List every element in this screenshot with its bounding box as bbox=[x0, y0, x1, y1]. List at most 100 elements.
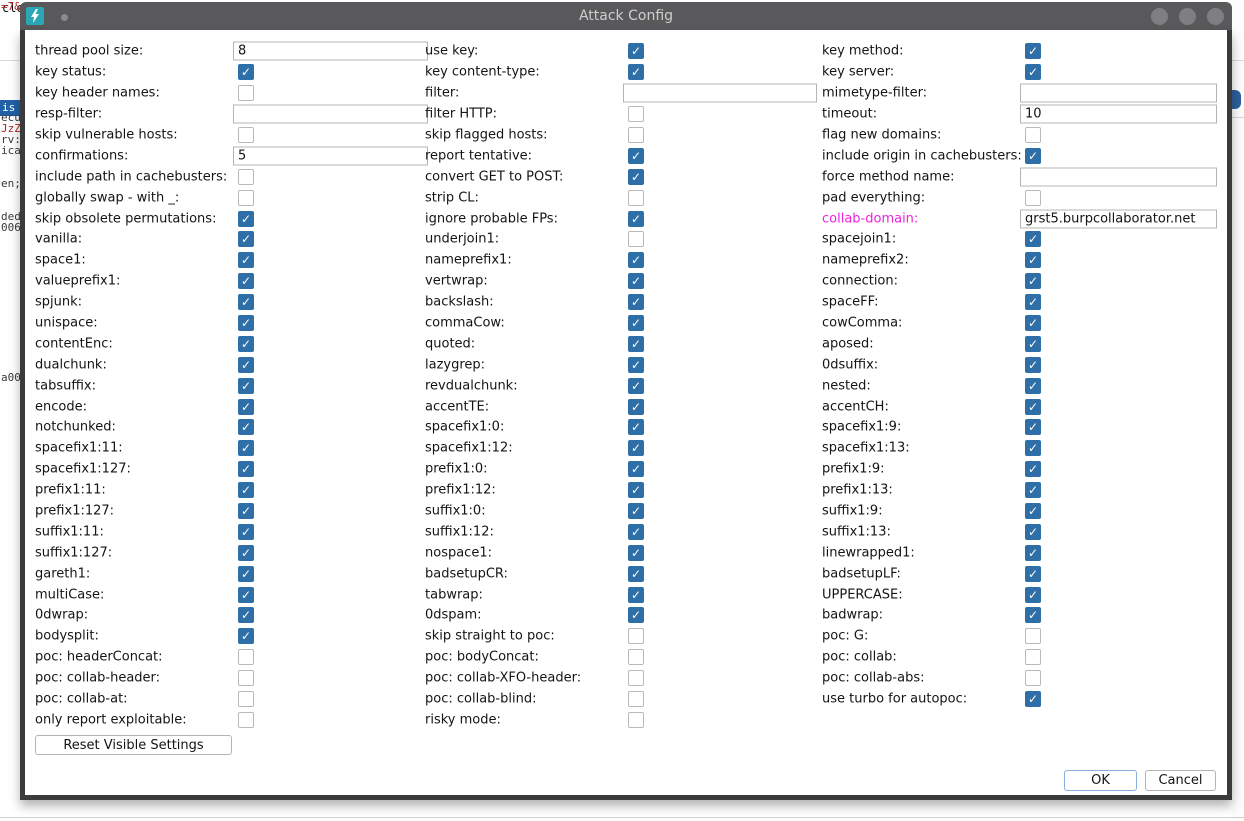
checkbox-flag-new-domains[interactable] bbox=[1025, 127, 1041, 143]
checkbox-spaceff[interactable]: ✓ bbox=[1025, 294, 1041, 310]
checkbox-suffix1-12[interactable]: ✓ bbox=[628, 524, 644, 540]
checkbox-poc-collab-header[interactable] bbox=[238, 670, 254, 686]
cancel-button[interactable]: Cancel bbox=[1145, 770, 1216, 791]
checkbox-ignore-probable-fps[interactable]: ✓ bbox=[628, 211, 644, 227]
checkbox-gareth1[interactable]: ✓ bbox=[238, 566, 254, 582]
checkbox-poc-collab-blind[interactable] bbox=[628, 691, 644, 707]
checkbox-skip-straight-to-poc[interactable] bbox=[628, 628, 644, 644]
checkbox-risky-mode[interactable] bbox=[628, 712, 644, 728]
checkbox-spacefix1-9[interactable]: ✓ bbox=[1025, 419, 1041, 435]
checkbox-prefix1-11[interactable]: ✓ bbox=[238, 482, 254, 498]
checkbox-encode[interactable]: ✓ bbox=[238, 399, 254, 415]
checkbox-unispace[interactable]: ✓ bbox=[238, 315, 254, 331]
checkbox-suffix1-127[interactable]: ✓ bbox=[238, 545, 254, 561]
checkbox-0dspam[interactable]: ✓ bbox=[628, 607, 644, 623]
checkbox-key-status[interactable]: ✓ bbox=[238, 64, 254, 80]
checkbox-badsetupcr[interactable]: ✓ bbox=[628, 566, 644, 582]
checkbox-notchunked[interactable]: ✓ bbox=[238, 419, 254, 435]
checkbox-key-header-names[interactable] bbox=[238, 85, 254, 101]
checkbox-prefix1-9[interactable]: ✓ bbox=[1025, 461, 1041, 477]
checkbox-badwrap[interactable]: ✓ bbox=[1025, 607, 1041, 623]
checkbox-spacefix1-12[interactable]: ✓ bbox=[628, 440, 644, 456]
checkbox-cowcomma[interactable]: ✓ bbox=[1025, 315, 1041, 331]
checkbox-skip-flagged-hosts[interactable] bbox=[628, 127, 644, 143]
checkbox-poc-headerconcat[interactable] bbox=[238, 649, 254, 665]
checkbox-spacefix1-0[interactable]: ✓ bbox=[628, 419, 644, 435]
reset-visible-settings-button[interactable]: Reset Visible Settings bbox=[35, 735, 232, 755]
checkbox-prefix1-13[interactable]: ✓ bbox=[1025, 482, 1041, 498]
checkbox-suffix1-0[interactable]: ✓ bbox=[628, 503, 644, 519]
dialog-titlebar[interactable]: Attack Config bbox=[20, 2, 1232, 30]
checkbox-spacejoin1[interactable]: ✓ bbox=[1025, 231, 1041, 247]
checkbox-tabwrap[interactable]: ✓ bbox=[628, 587, 644, 603]
checkbox-underjoin1[interactable] bbox=[628, 231, 644, 247]
checkbox-space1[interactable]: ✓ bbox=[238, 252, 254, 268]
checkbox-report-tentative[interactable]: ✓ bbox=[628, 148, 644, 164]
input-timeout[interactable] bbox=[1020, 105, 1217, 124]
checkbox-connection[interactable]: ✓ bbox=[1025, 273, 1041, 289]
input-filter[interactable] bbox=[623, 84, 817, 103]
input-collab-domain[interactable] bbox=[1020, 209, 1217, 228]
checkbox-valueprefix1[interactable]: ✓ bbox=[238, 273, 254, 289]
checkbox-suffix1-13[interactable]: ✓ bbox=[1025, 524, 1041, 540]
checkbox-suffix1-9[interactable]: ✓ bbox=[1025, 503, 1041, 519]
close-button[interactable] bbox=[1207, 8, 1224, 25]
checkbox-key-server[interactable]: ✓ bbox=[1025, 64, 1041, 80]
checkbox-poc-collab[interactable] bbox=[1025, 649, 1041, 665]
checkbox-key-content-type[interactable]: ✓ bbox=[628, 64, 644, 80]
checkbox-use-key[interactable]: ✓ bbox=[628, 43, 644, 59]
checkbox-poc-bodyconcat[interactable] bbox=[628, 649, 644, 665]
checkbox-suffix1-11[interactable]: ✓ bbox=[238, 524, 254, 540]
checkbox-vanilla[interactable]: ✓ bbox=[238, 231, 254, 247]
checkbox-prefix1-0[interactable]: ✓ bbox=[628, 461, 644, 477]
checkbox-dualchunk[interactable]: ✓ bbox=[238, 357, 254, 373]
checkbox-include-path-in-cachebusters[interactable] bbox=[238, 169, 254, 185]
checkbox-poc-collab-xfo-header[interactable] bbox=[628, 670, 644, 686]
checkbox-accentch[interactable]: ✓ bbox=[1025, 399, 1041, 415]
checkbox-poc-collab-abs[interactable] bbox=[1025, 670, 1041, 686]
checkbox-strip-cl[interactable] bbox=[628, 190, 644, 206]
checkbox-skip-obsolete-permutations[interactable]: ✓ bbox=[238, 211, 254, 227]
checkbox-linewrapped1[interactable]: ✓ bbox=[1025, 545, 1041, 561]
checkbox-0dwrap[interactable]: ✓ bbox=[238, 607, 254, 623]
input-confirmations[interactable] bbox=[233, 146, 428, 165]
checkbox-pad-everything[interactable] bbox=[1025, 190, 1041, 206]
checkbox-badsetuplf[interactable]: ✓ bbox=[1025, 566, 1041, 582]
checkbox-bodysplit[interactable]: ✓ bbox=[238, 628, 254, 644]
checkbox-nospace1[interactable]: ✓ bbox=[628, 545, 644, 561]
checkbox-include-origin-in-cachebusters[interactable]: ✓ bbox=[1025, 148, 1041, 164]
checkbox-aposed[interactable]: ✓ bbox=[1025, 336, 1041, 352]
checkbox-tabsuffix[interactable]: ✓ bbox=[238, 378, 254, 394]
maximize-button[interactable] bbox=[1179, 8, 1196, 25]
checkbox-lazygrep[interactable]: ✓ bbox=[628, 357, 644, 373]
checkbox-quoted[interactable]: ✓ bbox=[628, 336, 644, 352]
input-mimetype-filter[interactable] bbox=[1020, 84, 1217, 103]
ok-button[interactable]: OK bbox=[1064, 770, 1137, 791]
checkbox-uppercase[interactable]: ✓ bbox=[1025, 587, 1041, 603]
checkbox-nested[interactable]: ✓ bbox=[1025, 378, 1041, 394]
checkbox-poc-g[interactable] bbox=[1025, 628, 1041, 644]
checkbox-poc-collab-at[interactable] bbox=[238, 691, 254, 707]
checkbox-0dsuffix[interactable]: ✓ bbox=[1025, 357, 1041, 373]
checkbox-key-method[interactable]: ✓ bbox=[1025, 43, 1041, 59]
checkbox-revdualchunk[interactable]: ✓ bbox=[628, 378, 644, 394]
checkbox-globally-swap-with[interactable] bbox=[238, 190, 254, 206]
checkbox-skip-vulnerable-hosts[interactable] bbox=[238, 127, 254, 143]
checkbox-convert-get-to-post[interactable]: ✓ bbox=[628, 169, 644, 185]
checkbox-backslash[interactable]: ✓ bbox=[628, 294, 644, 310]
checkbox-filter-http[interactable] bbox=[628, 106, 644, 122]
checkbox-multicase[interactable]: ✓ bbox=[238, 587, 254, 603]
checkbox-prefix1-12[interactable]: ✓ bbox=[628, 482, 644, 498]
checkbox-nameprefix1[interactable]: ✓ bbox=[628, 252, 644, 268]
checkbox-prefix1-127[interactable]: ✓ bbox=[238, 503, 254, 519]
checkbox-use-turbo-for-autopoc[interactable]: ✓ bbox=[1025, 691, 1041, 707]
input-thread-pool-size[interactable] bbox=[233, 42, 428, 61]
minimize-button[interactable] bbox=[1151, 8, 1168, 25]
input-force-method-name[interactable] bbox=[1020, 167, 1217, 186]
input-resp-filter[interactable] bbox=[233, 105, 428, 124]
checkbox-spacefix1-13[interactable]: ✓ bbox=[1025, 440, 1041, 456]
checkbox-contentenc[interactable]: ✓ bbox=[238, 336, 254, 352]
checkbox-spjunk[interactable]: ✓ bbox=[238, 294, 254, 310]
checkbox-only-report-exploitable[interactable] bbox=[238, 712, 254, 728]
checkbox-spacefix1-127[interactable]: ✓ bbox=[238, 461, 254, 477]
